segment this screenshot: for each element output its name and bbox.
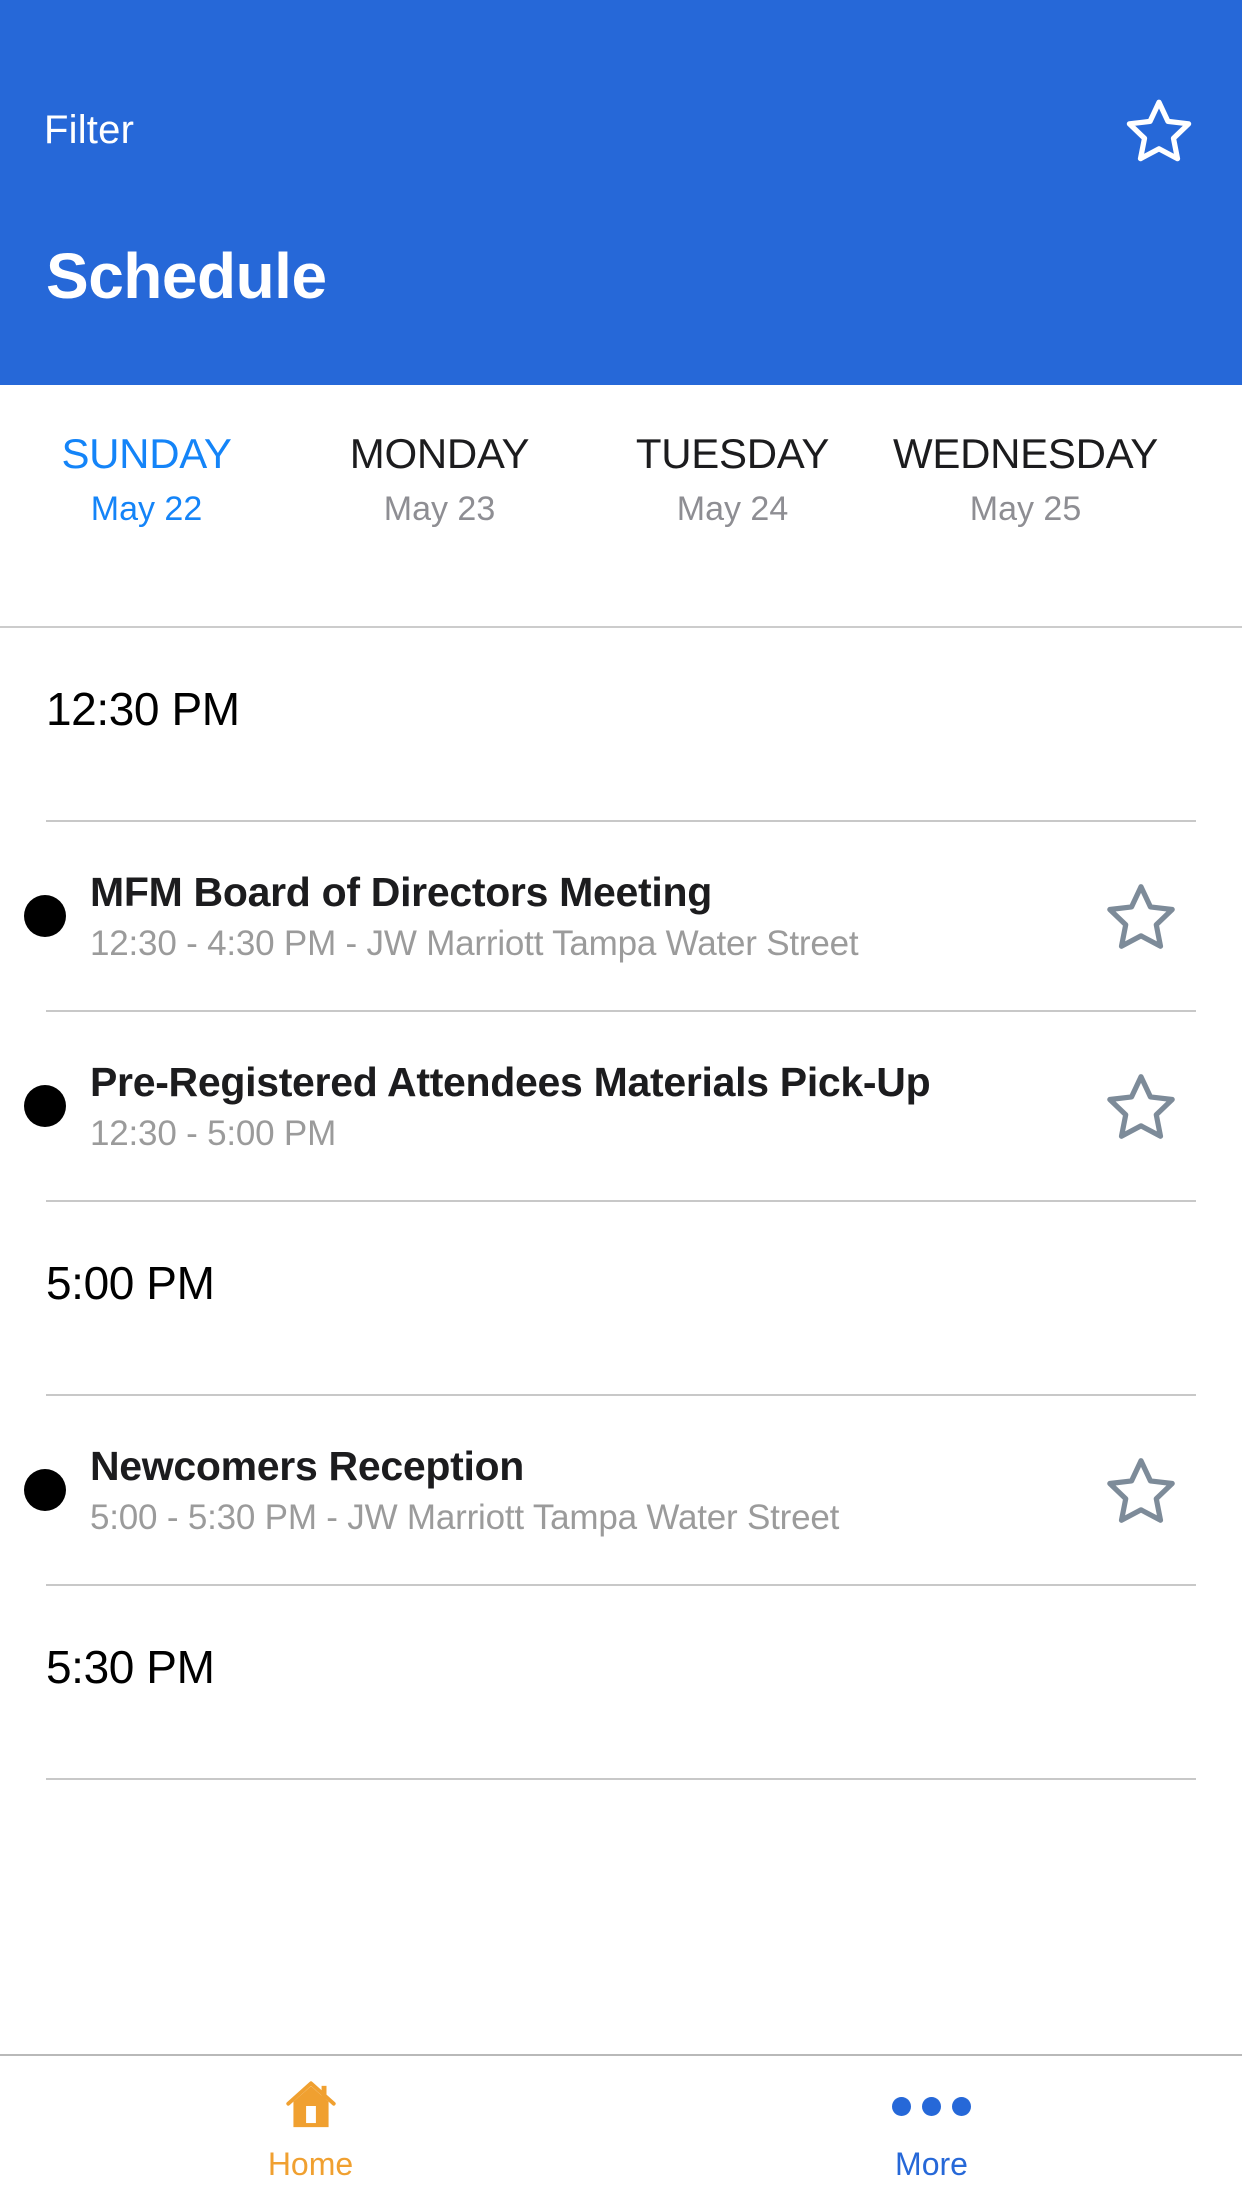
- event-text-block: Pre-Registered Attendees Materials Pick-…: [90, 1029, 1086, 1183]
- bullet-icon: [0, 1085, 90, 1127]
- event-title: MFM Board of Directors Meeting: [90, 868, 712, 915]
- event-title: Pre-Registered Attendees Materials Pick-…: [90, 1058, 931, 1105]
- bottom-tab-label: More: [895, 2146, 968, 2182]
- time-group-header: 5:30 PM: [0, 1586, 1242, 1778]
- day-tab-date-label: May 22: [90, 489, 203, 528]
- day-tab-day-label: WEDNESDAY: [893, 430, 1158, 477]
- time-group-label: 5:30 PM: [46, 1641, 215, 1693]
- list-item[interactable]: MFM Board of Directors Meeting 12:30 - 4…: [0, 822, 1242, 1010]
- bottom-tab-more[interactable]: More: [621, 2074, 1242, 2180]
- app-screen: Filter Schedule SUNDAY May 22 MONDAY May…: [0, 0, 1242, 2208]
- event-subtitle: 12:30 - 5:00 PM: [90, 1114, 337, 1153]
- day-tab-date-label: May 24: [676, 489, 789, 528]
- event-subtitle: 5:00 - 5:30 PM - JW Marriott Tampa Water…: [90, 1498, 840, 1537]
- ellipsis-icon: [892, 2074, 971, 2138]
- day-tab-bar[interactable]: SUNDAY May 22 MONDAY May 23 TUESDAY May …: [0, 385, 1242, 628]
- bullet-icon: [0, 895, 90, 937]
- time-group-label: 12:30 PM: [46, 683, 240, 735]
- day-tab-tuesday[interactable]: TUESDAY May 24: [586, 429, 879, 529]
- day-tab-date-label: May 23: [383, 489, 496, 528]
- page-title: Schedule: [46, 240, 327, 312]
- event-text-block: MFM Board of Directors Meeting 12:30 - 4…: [90, 839, 1086, 993]
- list-item[interactable]: Pre-Registered Attendees Materials Pick-…: [0, 1012, 1242, 1200]
- star-outline-icon[interactable]: [1086, 1067, 1196, 1145]
- day-tab-wednesday[interactable]: WEDNESDAY May 25: [879, 429, 1172, 529]
- day-tab-date-label: May 25: [969, 489, 1082, 528]
- day-tab-day-label: TUESDAY: [635, 430, 830, 477]
- bullet-icon: [0, 1469, 90, 1511]
- schedule-list[interactable]: 12:30 PM MFM Board of Directors Meeting …: [0, 628, 1242, 2054]
- bottom-tab-home[interactable]: Home: [0, 2074, 621, 2180]
- bottom-tab-bar: Home More: [0, 2054, 1242, 2208]
- event-title: Newcomers Reception: [90, 1442, 525, 1489]
- list-item[interactable]: Newcomers Reception 5:00 - 5:30 PM - JW …: [0, 1396, 1242, 1584]
- star-outline-icon[interactable]: [1122, 93, 1196, 167]
- event-text-block: Newcomers Reception 5:00 - 5:30 PM - JW …: [90, 1413, 1086, 1567]
- filter-button[interactable]: Filter: [44, 110, 134, 150]
- time-group-label: 5:00 PM: [46, 1257, 215, 1309]
- time-group-header: 5:00 PM: [0, 1202, 1242, 1394]
- day-tabs-scroller[interactable]: SUNDAY May 22 MONDAY May 23 TUESDAY May …: [0, 385, 1242, 529]
- day-tab-sunday[interactable]: SUNDAY May 22: [0, 429, 293, 529]
- list-divider: [46, 1778, 1196, 1780]
- day-tab-monday[interactable]: MONDAY May 23: [293, 429, 586, 529]
- navigation-header: Filter Schedule: [0, 0, 1242, 385]
- header-action-row: Filter: [0, 90, 1242, 170]
- star-outline-icon[interactable]: [1086, 877, 1196, 955]
- event-subtitle: 12:30 - 4:30 PM - JW Marriott Tampa Wate…: [90, 924, 859, 963]
- day-tab-day-label: MONDAY: [349, 430, 530, 477]
- time-group-header: 12:30 PM: [0, 628, 1242, 820]
- star-outline-icon[interactable]: [1086, 1451, 1196, 1529]
- bottom-tab-label: Home: [267, 2146, 354, 2182]
- home-icon: [280, 2074, 342, 2138]
- day-tab-day-label: SUNDAY: [61, 430, 232, 477]
